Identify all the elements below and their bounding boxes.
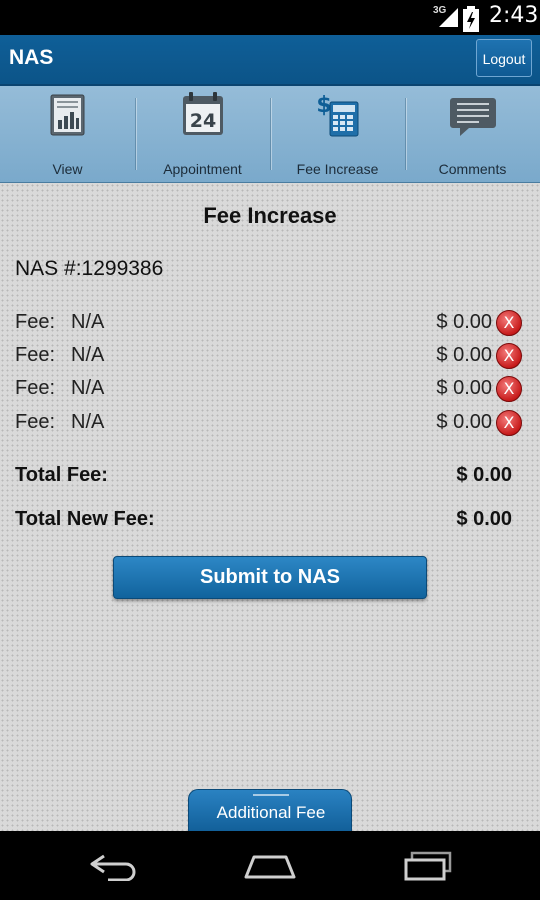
fee-amount: $ 0.00 bbox=[436, 311, 492, 333]
total-new-fee-row: Total New Fee: $ 0.00 bbox=[0, 508, 540, 538]
fee-amount: $ 0.00 bbox=[436, 411, 492, 433]
clock: 2:43 bbox=[489, 3, 539, 28]
fee-label: Fee: bbox=[15, 377, 56, 399]
fee-row: Fee: N/A $ 0.00 X bbox=[0, 407, 540, 437]
back-icon[interactable] bbox=[84, 851, 144, 881]
calendar-day: 24 bbox=[190, 110, 216, 132]
tab-label: View bbox=[52, 161, 83, 177]
fee-amount: $ 0.00 bbox=[436, 377, 492, 399]
total-fee-label: Total Fee: bbox=[15, 464, 108, 486]
page-title: Fee Increase bbox=[203, 203, 337, 228]
calendar-icon: 24 bbox=[183, 92, 223, 135]
report-icon bbox=[50, 94, 85, 136]
remove-fee-button[interactable]: X bbox=[496, 376, 522, 402]
total-fee-amount: $ 0.00 bbox=[456, 464, 512, 486]
tab-fee-increase[interactable]: $ Fee Increase bbox=[270, 86, 405, 182]
fee-increase-panel: Fee Increase NAS #:1299386 Fee: N/A $ 0.… bbox=[0, 183, 540, 831]
submit-button[interactable]: Submit to NAS bbox=[113, 556, 427, 599]
tab-comments[interactable]: Comments bbox=[405, 86, 540, 182]
app-title: NAS bbox=[9, 46, 54, 69]
fee-label: Fee: bbox=[15, 344, 56, 366]
drawer-grip bbox=[253, 794, 289, 796]
tab-view[interactable]: View bbox=[0, 86, 135, 182]
fee-value: N/A bbox=[71, 411, 105, 433]
fee-row: Fee: N/A $ 0.00 X bbox=[0, 307, 540, 337]
fee-row: Fee: N/A $ 0.00 X bbox=[0, 340, 540, 370]
nas-number: NAS #:1299386 bbox=[15, 257, 164, 280]
status-bar: 3G 2:43 bbox=[0, 0, 540, 35]
fee-value: N/A bbox=[71, 377, 105, 399]
tab-appointment[interactable]: 24 Appointment bbox=[135, 86, 270, 182]
total-new-fee-label: Total New Fee: bbox=[15, 508, 155, 530]
calculator-icon: $ bbox=[316, 93, 359, 137]
signal-icon bbox=[439, 8, 458, 27]
battery-charging-icon bbox=[463, 6, 479, 32]
tab-label: Fee Increase bbox=[296, 161, 379, 177]
logout-button[interactable]: Logout bbox=[476, 39, 532, 77]
remove-fee-button[interactable]: X bbox=[496, 410, 522, 436]
additional-fee-drawer-handle[interactable]: Additional Fee bbox=[188, 789, 352, 831]
fee-value: N/A bbox=[71, 311, 105, 333]
total-fee-row: Total Fee: $ 0.00 bbox=[0, 464, 540, 494]
app-header: NAS Logout bbox=[0, 35, 540, 86]
tab-label: Comments bbox=[438, 161, 507, 177]
remove-fee-button[interactable]: X bbox=[496, 343, 522, 369]
fee-value: N/A bbox=[71, 344, 105, 366]
system-nav-bar bbox=[0, 831, 540, 900]
fee-label: Fee: bbox=[15, 411, 56, 433]
fee-amount: $ 0.00 bbox=[436, 344, 492, 366]
tab-bar: View 24 Appointment $ Fee Increase Comme… bbox=[0, 86, 540, 183]
drawer-label: Additional Fee bbox=[216, 803, 326, 822]
fee-row: Fee: N/A $ 0.00 X bbox=[0, 373, 540, 403]
svg-text:$: $ bbox=[316, 93, 331, 118]
total-new-fee-amount: $ 0.00 bbox=[456, 508, 512, 530]
comment-icon bbox=[450, 98, 496, 136]
fee-label: Fee: bbox=[15, 311, 56, 333]
tab-label: Appointment bbox=[163, 161, 242, 177]
remove-fee-button[interactable]: X bbox=[496, 310, 522, 336]
home-icon[interactable] bbox=[240, 851, 300, 881]
recent-apps-icon[interactable] bbox=[398, 851, 458, 881]
